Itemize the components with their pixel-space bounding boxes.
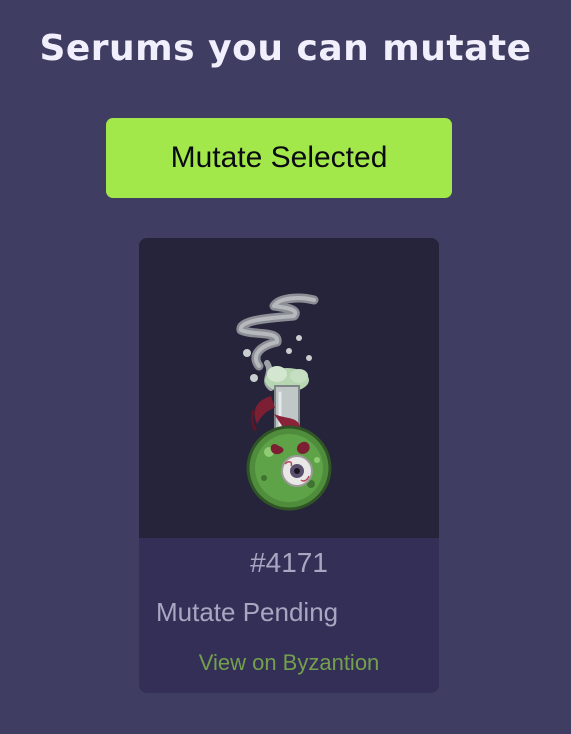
- page-title: Serums you can mutate: [39, 28, 532, 69]
- serum-image: [139, 238, 439, 538]
- token-id: #4171: [250, 547, 328, 578]
- mutate-selected-button[interactable]: Mutate Selected: [106, 118, 452, 198]
- serum-card[interactable]: #4171 Mutate Pending View on Byzantion: [139, 238, 439, 693]
- mutate-status: Mutate Pending: [156, 597, 339, 627]
- serum-bottle-eyeball-icon: [236, 293, 332, 511]
- view-on-byzantion-link[interactable]: View on Byzantion: [139, 648, 439, 678]
